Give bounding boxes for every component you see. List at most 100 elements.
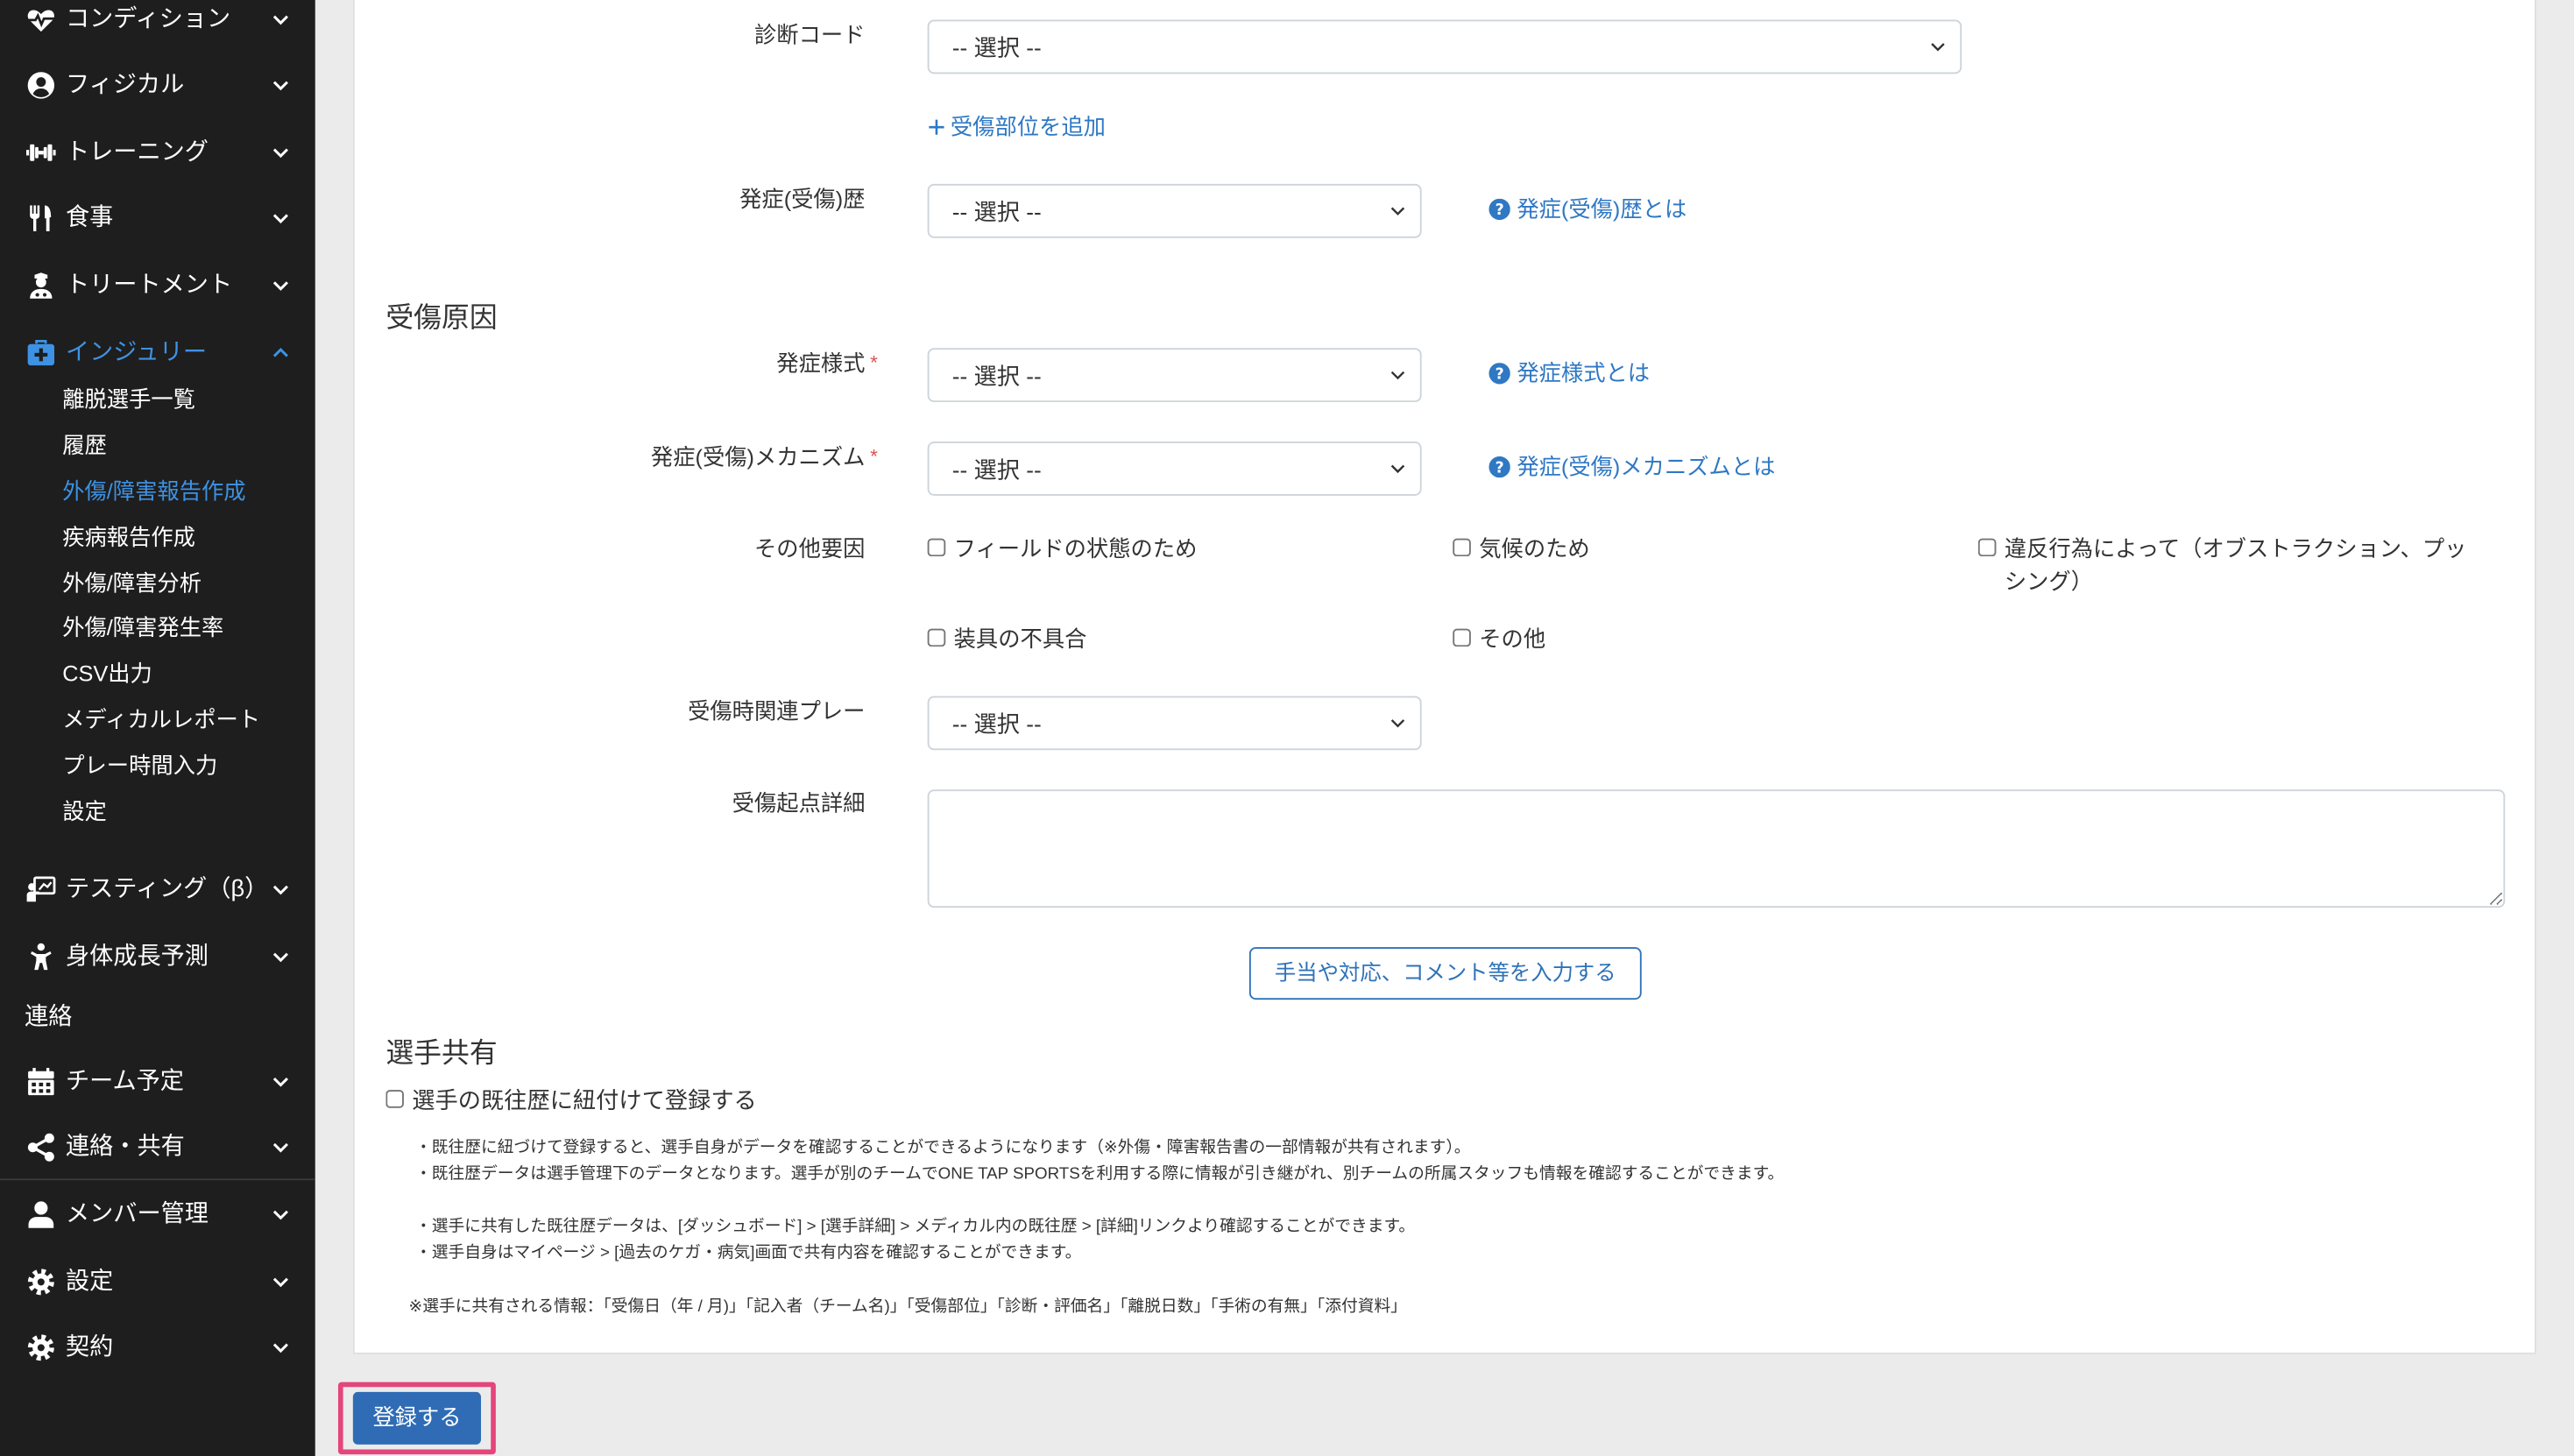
history-help-link[interactable]: ? 発症(受傷)歴とは: [1489, 195, 1687, 225]
share-icon: [26, 1133, 56, 1163]
chevron-down-icon: [271, 1072, 290, 1092]
chevron-down-icon: [271, 75, 290, 95]
nav-item-member-management[interactable]: メンバー管理: [0, 1193, 315, 1236]
nav-label: 食事: [65, 205, 114, 232]
sub-item-injury-rate[interactable]: 外傷/障害発生率: [62, 611, 223, 647]
nav-item-physical[interactable]: フィジカル: [0, 64, 315, 107]
nav-item-injury[interactable]: インジュリー: [0, 331, 315, 374]
nav-label: 連絡: [25, 1004, 73, 1031]
nav-item-contact[interactable]: 連絡: [0, 996, 315, 1039]
user-icon: [26, 1200, 56, 1230]
plus-icon: [928, 118, 946, 137]
medkit-icon: [26, 338, 56, 368]
utensils-icon: [26, 203, 56, 233]
nav-label: トリートメント: [65, 272, 233, 300]
sidebar-divider: [0, 1178, 315, 1181]
nav-item-meal[interactable]: 食事: [0, 197, 315, 240]
nav-item-settings[interactable]: 設定: [0, 1261, 315, 1304]
sub-item-injury-analysis[interactable]: 外傷/障害分析: [62, 566, 202, 602]
sub-item-medical-report[interactable]: メディカルレポート: [62, 703, 260, 739]
nav-item-condition[interactable]: コンディション: [0, 0, 315, 41]
nav-item-testing[interactable]: テスティング（β）: [0, 868, 315, 911]
onset-mode-label: 発症様式: [776, 350, 866, 377]
related-play-label: 受傷時関連プレー: [688, 699, 866, 724]
question-circle-icon: ?: [1489, 198, 1510, 221]
diagnosis-code-select[interactable]: -- 選択 --: [927, 19, 1962, 74]
nav-label: 連絡・共有: [65, 1134, 185, 1161]
user-circle-icon: [26, 71, 56, 101]
mechanism-help-link[interactable]: ? 発症(受傷)メカニズムとは: [1489, 453, 1775, 483]
nav-item-contact-share[interactable]: 連絡・共有: [0, 1126, 315, 1169]
calendar-icon: [26, 1067, 56, 1097]
chevron-down-icon: [271, 1137, 290, 1156]
history-label: 発症(受傷)歴: [739, 187, 866, 212]
nav-item-contract[interactable]: 契約: [0, 1326, 315, 1369]
svg-text:?: ?: [1496, 366, 1504, 384]
related-play-select-wrap: -- 選択 --: [927, 696, 1422, 751]
nav-label: チーム予定: [65, 1068, 185, 1095]
sub-item-settings[interactable]: 設定: [62, 795, 107, 830]
chevron-down-icon: [271, 947, 290, 966]
mechanism-select-wrap: -- 選択 --: [927, 442, 1422, 496]
onset-mode-select[interactable]: -- 選択 --: [927, 348, 1422, 403]
other-label: その他: [1479, 626, 1546, 652]
gear-icon: [26, 1332, 56, 1362]
field-condition-label: フィールドの状態のため: [953, 536, 1198, 562]
history-select[interactable]: -- 選択 --: [927, 183, 1422, 238]
shared-info-note: ※選手に共有される情報：「受傷日（年 / 月)」「記入者（チーム名)」「受傷部位…: [408, 1298, 1407, 1317]
weather-label: 気候のため: [1479, 536, 1590, 562]
onset-mode-help-link[interactable]: ? 発症様式とは: [1489, 359, 1650, 389]
chalkboard-teacher-icon: [26, 875, 56, 905]
share-section-title: 選手共有: [385, 1037, 498, 1069]
equipment-checkbox[interactable]: [927, 628, 946, 647]
app-root: コンディション フィジカル トレーニング 食事 トリートメント インジュリー 離…: [0, 0, 2574, 1456]
injury-detail-textarea[interactable]: [927, 789, 2506, 908]
svg-text:?: ?: [1496, 459, 1504, 477]
sub-item-absent-players[interactable]: 離脱選手一覧: [62, 383, 195, 419]
weather-checkbox[interactable]: [1453, 538, 1471, 557]
history-select-wrap: -- 選択 --: [927, 183, 1422, 238]
nav-label: フィジカル: [65, 72, 185, 99]
sub-item-illness-report[interactable]: 疾病報告作成: [62, 520, 195, 556]
sub-item-injury-report[interactable]: 外傷/障害報告作成: [62, 475, 245, 511]
register-button[interactable]: 登録する: [352, 1391, 482, 1445]
mechanism-select[interactable]: -- 選択 --: [927, 442, 1422, 496]
field-condition-checkbox[interactable]: [927, 538, 946, 557]
chevron-up-icon: [271, 343, 290, 363]
history-help-text: 発症(受傷)歴とは: [1517, 196, 1687, 222]
share-note: ・既往歴に紐づけて登録すると、選手自身がデータを確認することができるようになりま…: [415, 1139, 1471, 1157]
equipment-label: 装具の不具合: [953, 626, 1087, 652]
add-comment-button[interactable]: 手当や対応、コメント等を入力する: [1248, 947, 1642, 1000]
nav-label: コンディション: [65, 6, 231, 33]
onset-mode-select-wrap: -- 選択 --: [927, 348, 1422, 403]
required-mark: *: [870, 350, 878, 375]
foul-play-label: 違反行為によって（オブストラクション、プッシング）: [2004, 536, 2467, 595]
foul-play-checkbox[interactable]: [1977, 538, 1997, 557]
required-mark: *: [870, 444, 878, 469]
nav-item-training[interactable]: トレーニング: [0, 131, 315, 174]
diagnosis-code-label: 診断コード: [753, 23, 866, 48]
sub-item-history[interactable]: 履歴: [62, 428, 107, 464]
other-checkbox[interactable]: [1453, 628, 1471, 647]
nav-item-treatment[interactable]: トリートメント: [0, 265, 315, 307]
share-note: ・選手に共有した既往歴データは、[ダッシュボード] > [選手詳細] > メディ…: [415, 1218, 1416, 1236]
sub-item-play-time-input[interactable]: プレー時間入力: [62, 748, 217, 784]
sub-item-csv-export[interactable]: CSV出力: [62, 656, 152, 692]
nav-item-growth-prediction[interactable]: 身体成長予測: [0, 936, 315, 979]
sidebar: コンディション フィジカル トレーニング 食事 トリートメント インジュリー 離…: [0, 0, 315, 1456]
nav-label: インジュリー: [65, 339, 208, 366]
chevron-down-icon: [271, 880, 290, 899]
nav-item-team-schedule[interactable]: チーム予定: [0, 1060, 315, 1103]
chevron-down-icon: [271, 276, 290, 295]
mechanism-label: 発症(受傷)メカニズム: [650, 444, 866, 470]
related-play-select[interactable]: -- 選択 --: [927, 696, 1422, 751]
injury-detail-label: 受傷起点詳細: [732, 791, 866, 816]
onset-mode-help-text: 発症様式とは: [1517, 361, 1651, 386]
share-note: ・既往歴データは選手管理下のデータとなります。選手が別のチームでONE TAP …: [415, 1165, 1785, 1184]
share-history-checkbox[interactable]: [385, 1090, 404, 1108]
nav-label: 設定: [65, 1269, 114, 1296]
question-circle-icon: ?: [1489, 456, 1510, 478]
add-injury-site-link[interactable]: 受傷部位を追加: [928, 113, 1106, 143]
gear-icon: [26, 1268, 56, 1297]
share-note: ・選手自身はマイページ > [過去のケガ・病気]画面で共有内容を確認することがで…: [415, 1244, 1082, 1262]
